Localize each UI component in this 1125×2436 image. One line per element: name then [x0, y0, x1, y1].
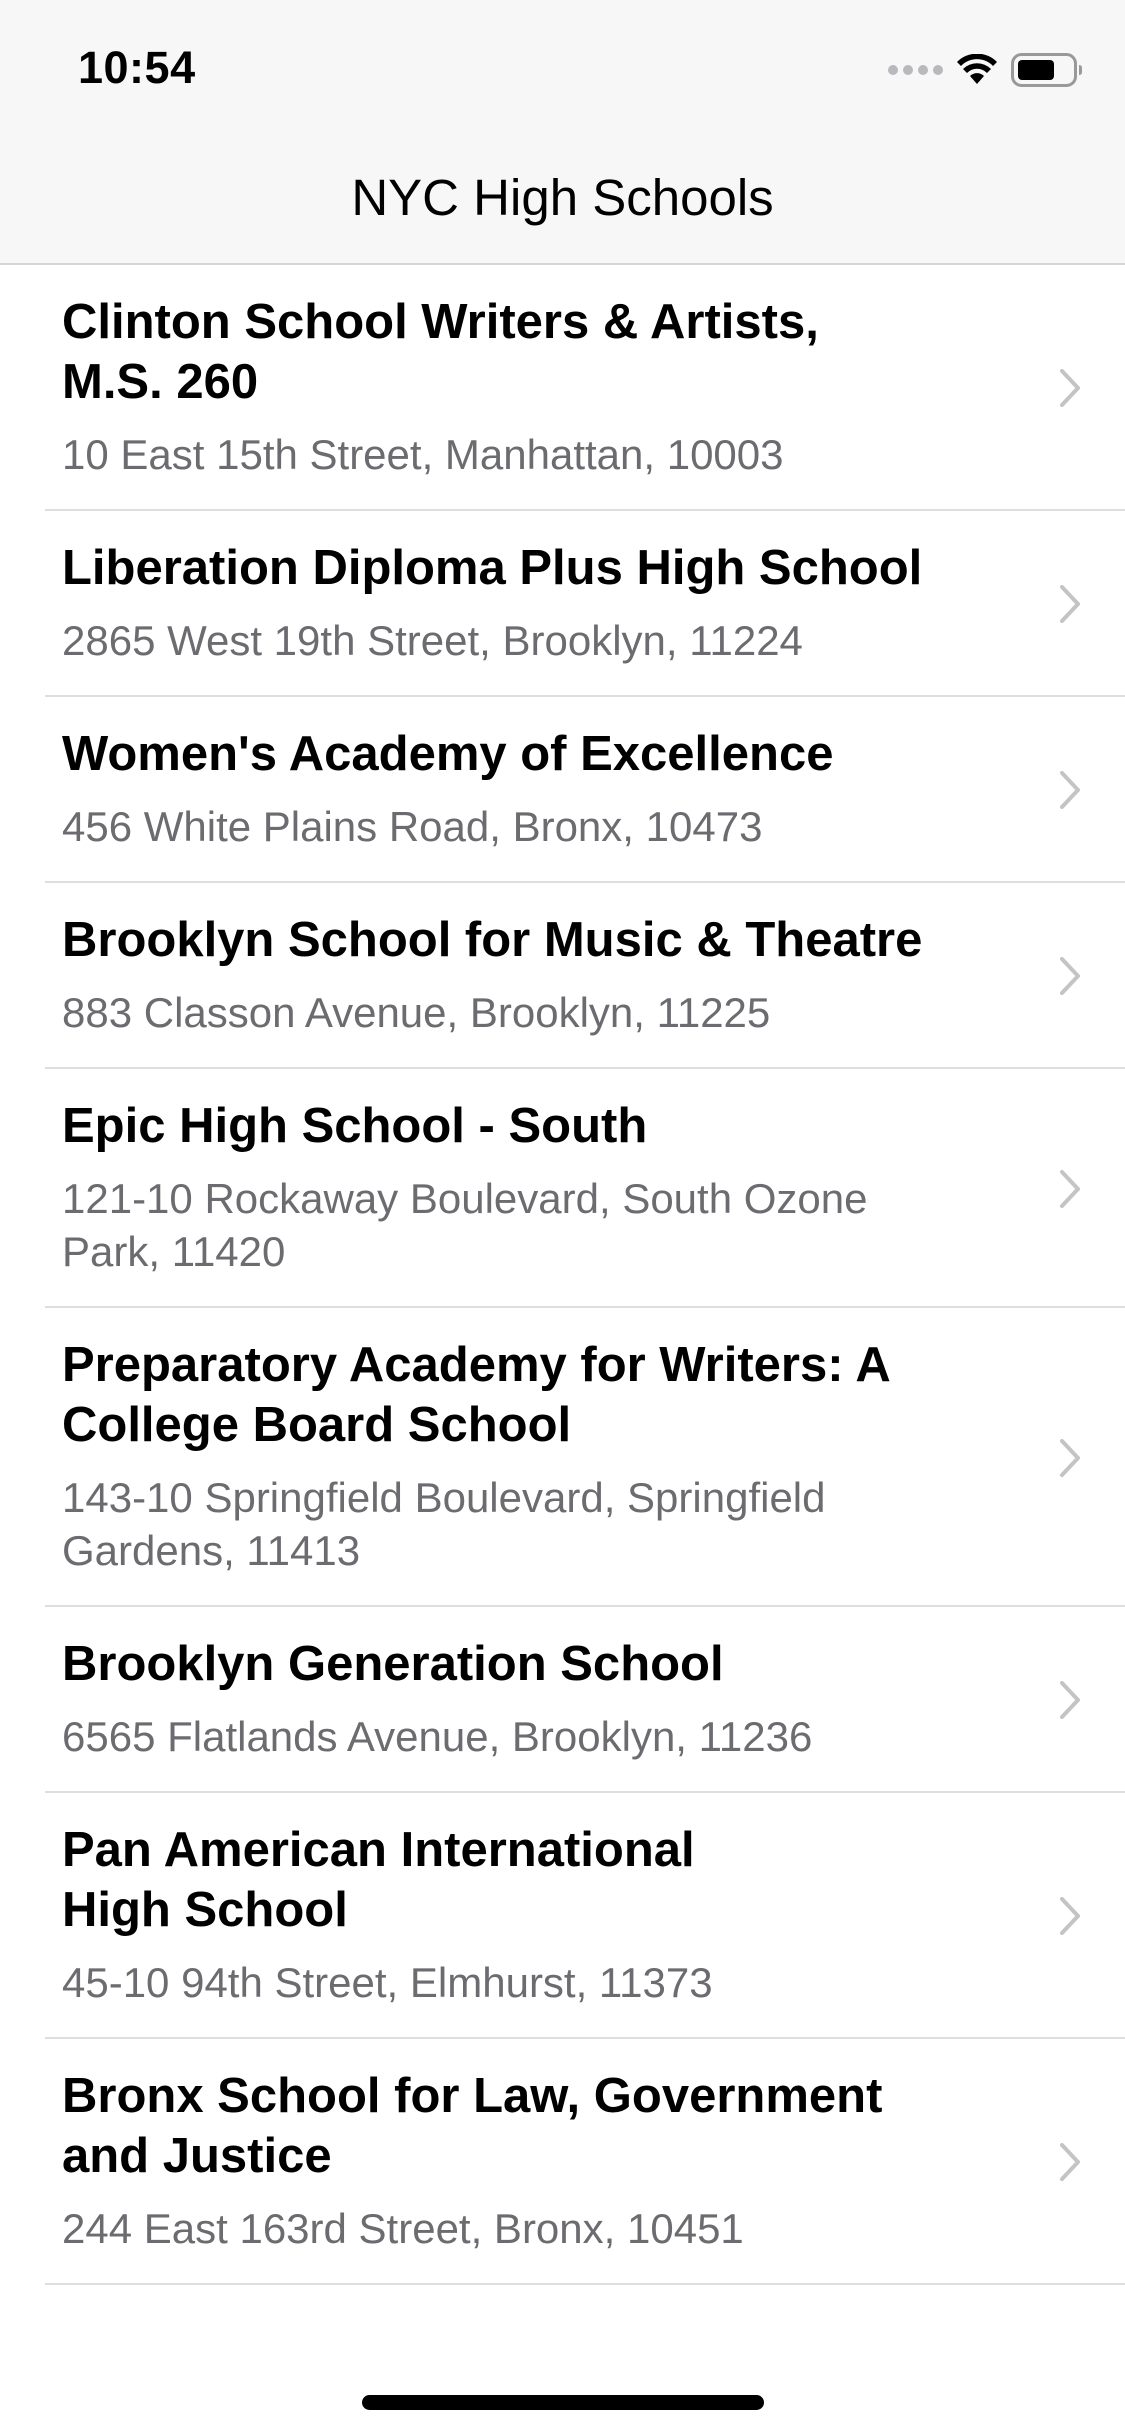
school-name: Brooklyn Generation School: [62, 1637, 724, 1691]
list-item[interactable]: Women's Academy of Excellence 456 White …: [0, 697, 1125, 883]
list-item[interactable]: Brooklyn Generation School 6565 Flatland…: [0, 1607, 1125, 1793]
battery-icon: [1011, 53, 1082, 87]
school-address: 883 Classon Avenue, Brooklyn, 11225: [62, 989, 771, 1036]
school-name: Women's Academy of Excellence: [62, 727, 834, 781]
wifi-icon: [957, 54, 997, 84]
school-name: Brooklyn School for Music & Theatre: [62, 913, 923, 967]
chevron-right-icon: [1060, 771, 1080, 809]
chevron-right-icon: [1060, 1897, 1080, 1935]
list-item[interactable]: Epic High School - South 121-10 Rockaway…: [0, 1069, 1125, 1308]
list-item[interactable]: Clinton School Writers & Artists, M.S. 2…: [0, 265, 1125, 511]
school-address: 244 East 163rd Street, Bronx, 10451: [62, 2205, 744, 2252]
school-address: 6565 Flatlands Avenue, Brooklyn, 11236: [62, 1713, 813, 1760]
school-name: Bronx School for Law, Government and Jus…: [62, 2069, 883, 2183]
navigation-bar: 10:54 NYC High Schools: [0, 0, 1125, 265]
list-item[interactable]: Preparatory Academy for Writers: A Colle…: [0, 1308, 1125, 1607]
page-title: NYC High Schools: [351, 169, 774, 226]
school-address: 2865 West 19th Street, Brooklyn, 11224: [62, 617, 803, 664]
chevron-right-icon: [1060, 957, 1080, 995]
home-indicator[interactable]: [362, 2395, 764, 2410]
chevron-right-icon: [1060, 1169, 1080, 1208]
chevron-right-icon: [1060, 1681, 1080, 1719]
chevron-right-icon: [1060, 585, 1080, 623]
school-address: 45-10 94th Street, Elmhurst, 11373: [62, 1959, 713, 2006]
school-address: 121-10 Rockaway Boulevard, South Ozone P…: [62, 1175, 868, 1275]
list-item[interactable]: Brooklyn School for Music & Theatre 883 …: [0, 883, 1125, 1069]
school-name: Clinton School Writers & Artists, M.S. 2…: [62, 295, 819, 409]
school-address: 143-10 Springfield Boulevard, Springfiel…: [62, 1474, 826, 1574]
status-time: 10:54: [78, 42, 196, 93]
chevron-right-icon: [1060, 2143, 1080, 2181]
school-name: Pan American International High School: [62, 1823, 695, 1937]
chevron-right-icon: [1060, 1438, 1080, 1477]
chevron-right-icon: [1060, 369, 1080, 407]
screen: 10:54 NYC High Schools Clinton School Wr…: [0, 0, 1125, 2436]
status-indicators: [888, 50, 1083, 90]
school-address: 10 East 15th Street, Manhattan, 10003: [62, 431, 784, 478]
cellular-signal-icon: [888, 65, 943, 75]
list-item[interactable]: Liberation Diploma Plus High School 2865…: [0, 511, 1125, 697]
school-name: Epic High School - South: [62, 1099, 648, 1153]
school-address: 456 White Plains Road, Bronx, 10473: [62, 803, 763, 850]
list-item[interactable]: Bronx School for Law, Government and Jus…: [0, 2039, 1125, 2285]
school-name: Liberation Diploma Plus High School: [62, 541, 923, 595]
school-list: Clinton School Writers & Artists, M.S. 2…: [0, 265, 1125, 2285]
school-name: Preparatory Academy for Writers: A Colle…: [62, 1338, 891, 1452]
list-item[interactable]: Pan American International High School 4…: [0, 1793, 1125, 2039]
